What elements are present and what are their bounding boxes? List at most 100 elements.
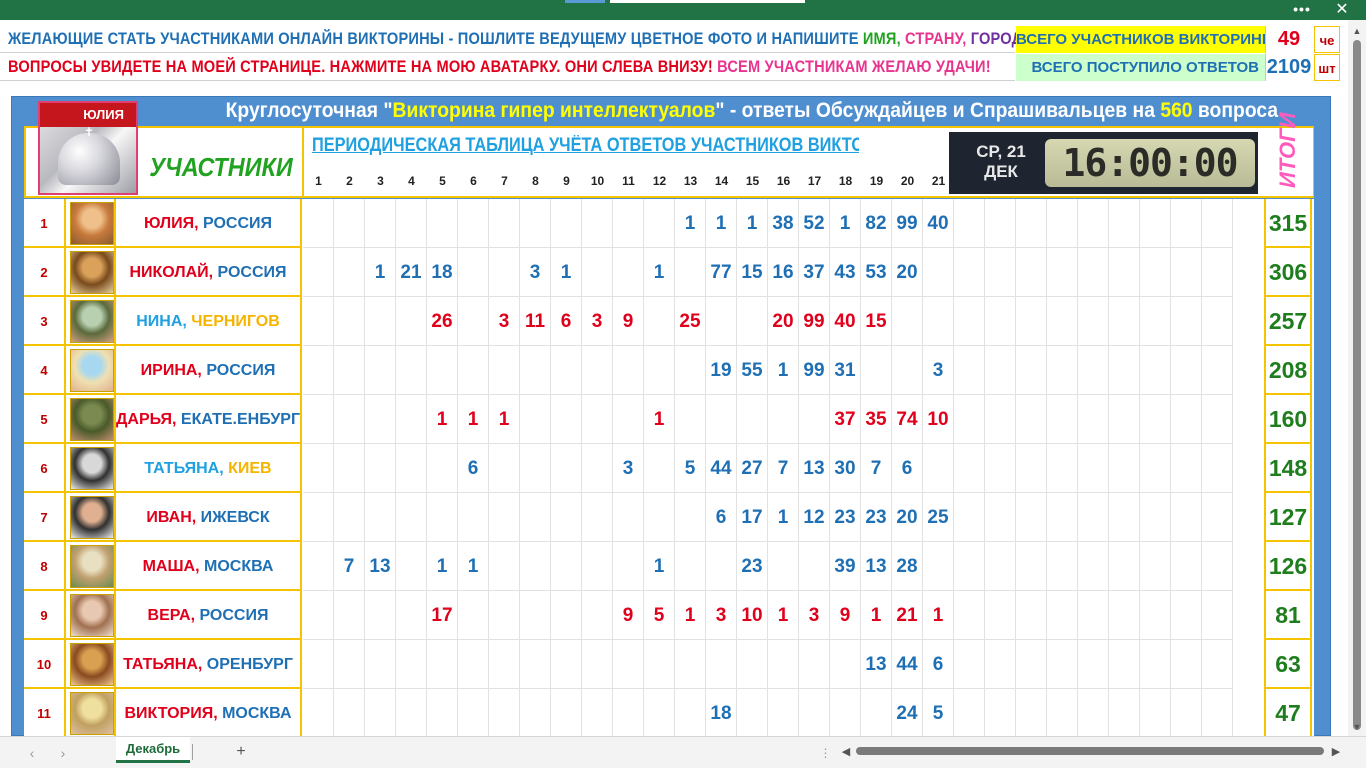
answer-cell[interactable]	[954, 248, 985, 297]
answer-cell[interactable]: 40	[830, 297, 861, 346]
answer-cell[interactable]	[489, 346, 520, 395]
answer-cell[interactable]	[613, 493, 644, 542]
answer-cell[interactable]: 3	[923, 346, 954, 395]
answer-cell[interactable]	[954, 346, 985, 395]
answer-cell[interactable]: 1	[489, 395, 520, 444]
answer-cell[interactable]	[1016, 591, 1047, 640]
answer-cell[interactable]	[551, 199, 582, 248]
answer-cell[interactable]	[1109, 640, 1140, 689]
answer-cell[interactable]	[1078, 199, 1109, 248]
answer-cell[interactable]	[396, 591, 427, 640]
answer-cell[interactable]	[1202, 640, 1233, 689]
answer-cell[interactable]	[954, 444, 985, 493]
answer-cell[interactable]: 18	[427, 248, 458, 297]
answer-cell[interactable]	[1140, 493, 1171, 542]
avatar[interactable]	[70, 594, 114, 637]
answer-cell[interactable]	[644, 493, 675, 542]
answer-cell[interactable]: 13	[799, 444, 830, 493]
answer-cell[interactable]: 31	[830, 346, 861, 395]
answer-cell[interactable]	[985, 346, 1016, 395]
answer-cell[interactable]	[365, 689, 396, 736]
answer-cell[interactable]	[737, 640, 768, 689]
answer-cell[interactable]	[1109, 591, 1140, 640]
answer-cell[interactable]	[985, 591, 1016, 640]
answer-cell[interactable]	[489, 248, 520, 297]
answer-cell[interactable]	[582, 395, 613, 444]
answer-cell[interactable]	[1109, 395, 1140, 444]
answer-cell[interactable]: 1	[644, 248, 675, 297]
answer-cell[interactable]: 25	[675, 297, 706, 346]
answer-cell[interactable]	[613, 199, 644, 248]
answer-cell[interactable]	[1047, 591, 1078, 640]
answer-cell[interactable]	[365, 199, 396, 248]
answer-cell[interactable]: 35	[861, 395, 892, 444]
table-row[interactable]: 2 НИКОЛАЙ, РОССИЯ 1 21 18 3 1 1 77 15 16 37 43 53 20 30…	[24, 248, 1314, 297]
answer-cell[interactable]	[396, 346, 427, 395]
answer-cell[interactable]: 1	[644, 395, 675, 444]
answer-cell[interactable]	[334, 199, 365, 248]
answer-cell[interactable]	[1047, 248, 1078, 297]
answer-cell[interactable]	[737, 689, 768, 736]
add-sheet-button[interactable]: +	[232, 741, 250, 763]
answer-cell[interactable]: 1	[830, 199, 861, 248]
answer-cell[interactable]	[303, 689, 334, 736]
next-sheet-icon[interactable]: ›	[55, 743, 71, 763]
answer-cell[interactable]	[954, 689, 985, 736]
answer-cell[interactable]	[613, 689, 644, 736]
answer-cell[interactable]: 40	[923, 199, 954, 248]
answer-cell[interactable]	[954, 542, 985, 591]
answer-cell[interactable]: 44	[892, 640, 923, 689]
answer-cell[interactable]	[1202, 689, 1233, 736]
answer-cell[interactable]	[1016, 689, 1047, 736]
answer-cell[interactable]: 77	[706, 248, 737, 297]
answer-cell[interactable]	[582, 591, 613, 640]
answer-cell[interactable]	[489, 640, 520, 689]
avatar[interactable]	[70, 349, 114, 392]
answer-cell[interactable]	[861, 689, 892, 736]
answer-cell[interactable]	[1016, 542, 1047, 591]
answer-cell[interactable]	[582, 346, 613, 395]
answer-cell[interactable]: 43	[830, 248, 861, 297]
scroll-down-icon[interactable]: ▼	[1348, 720, 1366, 734]
answer-cell[interactable]: 74	[892, 395, 923, 444]
answer-cell[interactable]	[954, 640, 985, 689]
answer-cell[interactable]	[458, 248, 489, 297]
answer-cell[interactable]: 15	[737, 248, 768, 297]
answer-cell[interactable]: 5	[675, 444, 706, 493]
answer-cell[interactable]	[489, 199, 520, 248]
answer-cell[interactable]	[1171, 640, 1202, 689]
answer-cell[interactable]	[1047, 493, 1078, 542]
answer-cell[interactable]: 82	[861, 199, 892, 248]
answer-cell[interactable]	[551, 395, 582, 444]
answer-cell[interactable]	[675, 395, 706, 444]
answer-cell[interactable]: 1	[675, 199, 706, 248]
answer-cell[interactable]	[1202, 199, 1233, 248]
answer-cell[interactable]	[334, 444, 365, 493]
answer-cell[interactable]: 99	[799, 346, 830, 395]
answer-cell[interactable]	[427, 199, 458, 248]
answer-cell[interactable]: 52	[799, 199, 830, 248]
answer-cell[interactable]	[334, 640, 365, 689]
answer-cell[interactable]	[1016, 248, 1047, 297]
answer-cell[interactable]: 10	[923, 395, 954, 444]
answer-cell[interactable]	[1047, 542, 1078, 591]
answer-cell[interactable]	[954, 493, 985, 542]
answer-cell[interactable]	[706, 542, 737, 591]
answer-cell[interactable]	[427, 640, 458, 689]
answer-cell[interactable]: 19	[706, 346, 737, 395]
horizontal-scroll-thumb[interactable]	[856, 747, 1324, 755]
close-icon[interactable]: ✕	[1330, 0, 1354, 20]
answer-cell[interactable]	[1109, 444, 1140, 493]
answer-cell[interactable]: 28	[892, 542, 923, 591]
answer-cell[interactable]	[303, 640, 334, 689]
answer-cell[interactable]: 30	[830, 444, 861, 493]
answer-cell[interactable]	[1109, 493, 1140, 542]
answer-cell[interactable]	[799, 689, 830, 736]
answer-cell[interactable]	[1202, 248, 1233, 297]
answer-cell[interactable]	[954, 591, 985, 640]
answer-cell[interactable]	[551, 689, 582, 736]
answer-cell[interactable]	[520, 542, 551, 591]
answer-cell[interactable]	[427, 444, 458, 493]
table-row[interactable]: 11 ВИКТОРИЯ, МОСКВА 18 24 5 47	[24, 689, 1314, 736]
answer-cell[interactable]	[1047, 444, 1078, 493]
